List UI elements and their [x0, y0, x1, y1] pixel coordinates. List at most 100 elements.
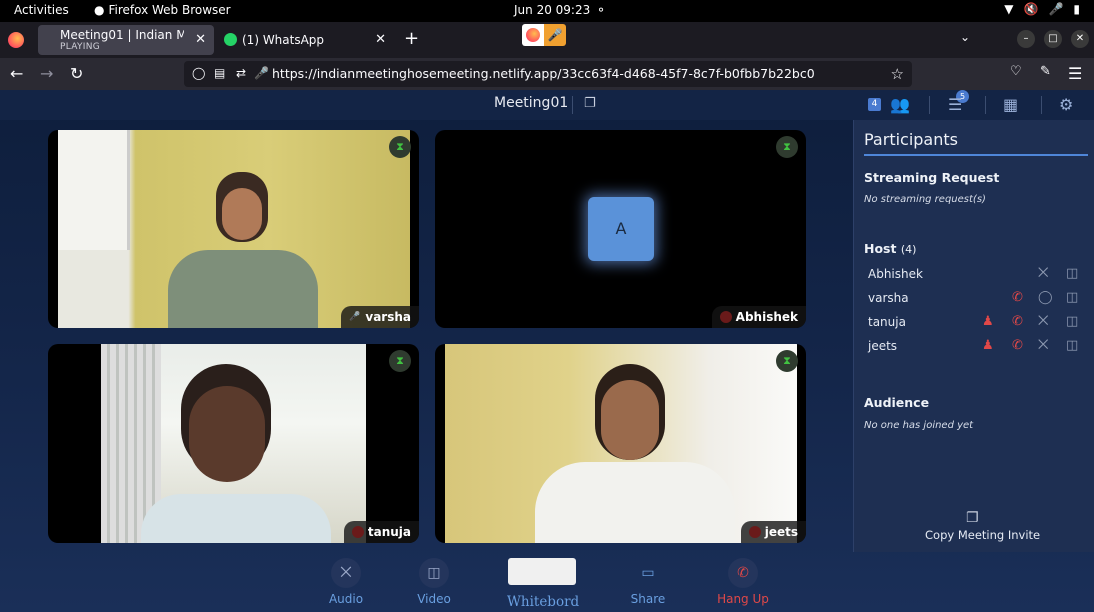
hangup-phone-icon[interactable]: ✆ — [1012, 338, 1023, 353]
participants-icon[interactable]: 👥 — [890, 95, 910, 114]
audio-button[interactable]: ⨉ Audio — [316, 558, 376, 606]
battery-icon: ▮ — [1073, 2, 1080, 16]
participant-name: Abhishek — [735, 310, 798, 324]
close-window-icon[interactable]: ✕ — [1071, 30, 1089, 48]
new-tab-button[interactable]: + — [404, 28, 419, 49]
chat-icon[interactable]: ☰ — [948, 95, 962, 114]
video-off-icon[interactable]: ◫ — [1066, 266, 1078, 281]
pocket-icon[interactable]: ♡ — [1010, 64, 1022, 79]
back-arrow-icon[interactable]: ← — [10, 64, 23, 83]
meeting-controls: ⨉ Audio ◫ Video Whitebord ▭ Share ✆ Hang… — [0, 552, 853, 612]
hang-up-button[interactable]: ✆ Hang Up — [713, 558, 773, 606]
mic-icon[interactable]: ◯ — [1038, 290, 1053, 305]
tab-strip: Meeting01 | Indian Meeting PLAYING ✕ (1)… — [0, 22, 1094, 58]
tab-playing-label: PLAYING — [60, 42, 101, 52]
audience-empty: No one has joined yet — [864, 420, 974, 431]
whiteboard-label: Whitebord — [507, 594, 580, 610]
connection-signal-icon: ⧗ — [389, 350, 411, 372]
close-tab-icon[interactable]: ✕ — [195, 32, 206, 47]
mic-off-icon[interactable]: ⨉ — [1038, 314, 1048, 329]
divider — [985, 96, 986, 114]
video-tile-tanuja[interactable]: ⧗ tanuja — [48, 344, 419, 543]
clock[interactable]: Jun 20 09:23 — [514, 3, 590, 17]
wifi-icon: ▼ — [1004, 2, 1014, 16]
mic-off-icon[interactable]: ⨉ — [1038, 266, 1048, 281]
mic-off-icon[interactable]: ⨉ — [1038, 338, 1048, 353]
host-heading: Host (4) — [864, 241, 916, 256]
grid-layout-icon[interactable]: ▦ — [1003, 95, 1018, 114]
divider — [1041, 96, 1042, 114]
sharing-indicator[interactable]: 🎤 — [522, 24, 566, 46]
video-tile-varsha[interactable]: ⧗ 🎤 varsha — [48, 130, 419, 328]
streaming-request-empty: No streaming request(s) — [864, 194, 986, 205]
muted-indicator-icon — [748, 526, 761, 538]
audio-label: Audio — [328, 592, 364, 606]
name-tag: tanuja — [343, 521, 419, 543]
hangup-phone-icon[interactable]: ✆ — [1012, 314, 1023, 329]
participant-count-badge: 4 — [868, 98, 881, 111]
video-icon[interactable]: ◫ — [1066, 314, 1078, 329]
minimize-icon[interactable]: – — [1017, 30, 1035, 48]
name-tag: 🎤 varsha — [341, 306, 419, 328]
permissions-icon[interactable]: ⇄ — [236, 66, 246, 80]
mic-icon: 🎤 — [349, 312, 361, 322]
video-feed — [101, 344, 366, 543]
extensions-icon[interactable]: ✎ — [1040, 64, 1051, 79]
muted-indicator-icon — [351, 526, 364, 538]
copy-invite-icon[interactable]: ❐ — [966, 510, 979, 526]
whatsapp-icon — [224, 33, 237, 46]
video-feed — [445, 344, 797, 543]
participant-name: jeets — [868, 339, 898, 353]
menu-icon[interactable]: ☰ — [1068, 64, 1082, 83]
whiteboard-icon — [508, 558, 576, 585]
share-button[interactable]: ▭ Share — [618, 558, 678, 606]
add-user-icon[interactable]: ♟ — [982, 314, 994, 329]
copy-icon[interactable]: ❐ — [584, 96, 596, 111]
hangup-phone-icon[interactable]: ✆ — [1012, 290, 1023, 305]
panel-title: Participants — [864, 130, 958, 149]
settings-gear-icon[interactable]: ⚙ — [1059, 95, 1073, 114]
app-menu[interactable]: ● Firefox Web Browser — [94, 3, 231, 17]
participant-name: varsha — [365, 310, 411, 324]
shield-icon[interactable]: ◯ — [192, 66, 205, 80]
firefox-view-icon[interactable] — [8, 32, 24, 48]
video-button[interactable]: ◫ Video — [404, 558, 464, 606]
participant-name: varsha — [868, 291, 909, 305]
list-all-tabs-chevron-icon[interactable]: ⌄ — [960, 30, 970, 44]
divider — [929, 96, 930, 114]
video-icon[interactable]: ◫ — [1066, 290, 1078, 305]
participant-row-jeets: jeets ♟ ✆ ⨉ ◫ — [868, 336, 1088, 356]
close-tab-icon[interactable]: ✕ — [375, 32, 386, 47]
hangup-label: Hang Up — [717, 592, 769, 606]
bookmark-star-icon[interactable]: ☆ — [891, 65, 904, 83]
system-tray[interactable]: ▼ 🔇 🎤 ▮ — [1004, 2, 1080, 16]
participant-name: Abhishek — [868, 267, 923, 281]
notification-bell-icon: ⚬ — [596, 3, 607, 17]
meeting-app: Meeting01 ❐ 4 👥 5 ☰ ▦ ⚙ ⧗ 🎤 varsha A ⧗ A… — [0, 90, 1094, 612]
divider — [572, 96, 573, 114]
video-icon[interactable]: ◫ — [1066, 338, 1078, 353]
meeting-header: Meeting01 ❐ 4 👥 5 ☰ ▦ ⚙ — [0, 90, 1094, 120]
video-tile-jeets[interactable]: ⧗ jeets — [435, 344, 806, 543]
forward-arrow-icon[interactable]: → — [40, 64, 53, 83]
activities-button[interactable]: Activities — [14, 3, 69, 17]
maximize-icon[interactable]: □ — [1044, 30, 1062, 48]
panel-underline — [864, 154, 1088, 156]
video-tile-abhishek[interactable]: A ⧗ Abhishek — [435, 130, 806, 328]
mic-off-icon: ⨉ — [331, 558, 361, 588]
whiteboard-button[interactable]: Whitebord — [507, 558, 580, 610]
reload-icon[interactable]: ↻ — [70, 64, 83, 83]
url-bar[interactable]: ◯ ▤ ⇄ 🎤 https://indianmeetinghosemeeting… — [184, 61, 912, 87]
url-text[interactable]: https://indianmeetinghosemeeting.netlify… — [272, 66, 815, 81]
participant-row-varsha: varsha ✆ ◯ ◫ — [868, 288, 1088, 308]
tab-whatsapp[interactable]: (1) WhatsApp ✕ — [218, 25, 394, 55]
muted-indicator-icon — [719, 311, 732, 323]
lock-icon[interactable]: ▤ — [214, 66, 225, 80]
add-user-icon[interactable]: ♟ — [982, 338, 994, 353]
tab-meeting[interactable]: Meeting01 | Indian Meeting PLAYING ✕ — [38, 25, 214, 55]
copy-meeting-invite-button[interactable]: Copy Meeting Invite — [925, 528, 1040, 542]
connection-signal-icon: ⧗ — [776, 136, 798, 158]
hangup-phone-icon: ✆ — [728, 558, 758, 588]
name-tag: jeets — [740, 521, 806, 543]
mic-permission-icon[interactable]: 🎤 — [254, 66, 269, 80]
